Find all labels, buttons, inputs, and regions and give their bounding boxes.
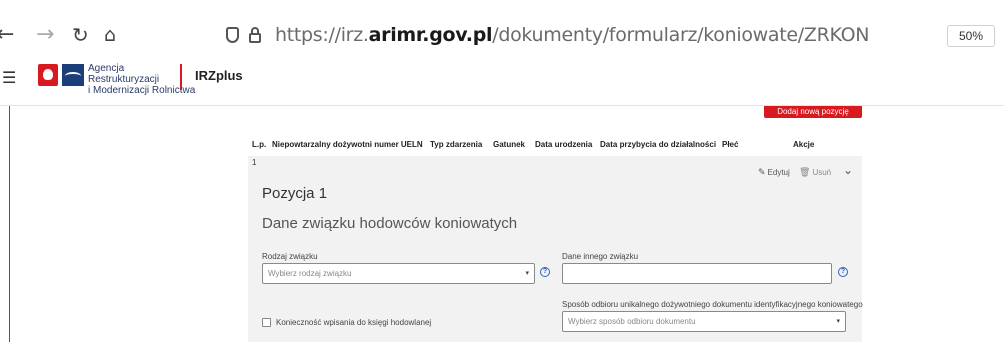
url-prefix: https://irz. (275, 24, 369, 46)
polish-eagle-logo-icon (38, 64, 58, 86)
help-icon[interactable]: ? (838, 267, 848, 277)
receipt-method-placeholder: Wybierz sposób odbioru dokumentu (568, 317, 696, 326)
arimr-logo-icon (62, 64, 84, 86)
app-name[interactable]: IRZplus (195, 68, 243, 83)
column-header-sex: Płeć (722, 140, 739, 149)
edit-button[interactable]: ✎ Edytuj (758, 167, 790, 178)
column-header-arrival-date: Data przybycia do działalności (600, 140, 717, 149)
caret-down-icon: ▾ (525, 270, 529, 277)
menu-icon[interactable]: ☰ (2, 68, 16, 88)
column-header-event-type: Typ zdarzenia (430, 140, 483, 149)
column-header-ueln: Niepowtarzalny dożywotni numer UELN (272, 140, 423, 149)
section-title: Dane związku hodowców koniowatych (262, 215, 518, 232)
delete-label: Usuń (812, 168, 832, 177)
column-header-lp: L.p. (252, 140, 267, 149)
trash-icon: 🗑 (799, 167, 811, 177)
stud-book-label[interactable]: Konieczność wpisania do księgi hodowlane… (276, 318, 431, 327)
pencil-icon: ✎ (758, 167, 766, 177)
row-index: 1 (252, 158, 257, 167)
lock-icon[interactable] (249, 27, 261, 43)
other-union-input[interactable] (562, 263, 832, 284)
back-icon[interactable]: ← (0, 22, 14, 48)
column-header-birth-date: Data urodzenia (535, 140, 593, 149)
address-bar[interactable]: https://irz.arimr.gov.pl/dokumenty/formu… (226, 18, 869, 52)
app-header: ☰ Agencja Restrukturyzacji i Modernizacj… (0, 62, 1004, 106)
union-type-placeholder: Wybierz rodzaj związku (268, 269, 352, 278)
receipt-method-label: Sposób odbioru unikalnego dożywotniego d… (562, 300, 863, 309)
shield-icon[interactable] (226, 27, 239, 43)
chevron-down-icon[interactable]: ⌄ (843, 163, 853, 177)
home-icon[interactable]: ⌂ (104, 22, 116, 48)
add-position-button[interactable]: Dodaj nową pozycję (764, 106, 862, 118)
forward-icon[interactable]: → (36, 22, 54, 48)
stud-book-checkbox[interactable] (262, 318, 271, 327)
header-divider (180, 64, 182, 90)
zoom-level-button[interactable]: 50% (947, 25, 995, 47)
url-text[interactable]: https://irz.arimr.gov.pl/dokumenty/formu… (275, 24, 869, 46)
url-domain: arimr.gov.pl (368, 24, 493, 46)
other-union-label: Dane innego związku (562, 252, 639, 261)
edit-label: Edytuj (767, 168, 790, 177)
position-title: Pozycja 1 (262, 185, 328, 202)
union-type-select[interactable]: Wybierz rodzaj związku ▾ (262, 263, 535, 284)
help-icon[interactable]: ? (540, 267, 550, 277)
reload-icon[interactable]: ↻ (72, 22, 89, 48)
column-header-actions: Akcje (793, 140, 815, 149)
url-path: /dokumenty/formularz/koniowate/ZRKON (492, 24, 870, 46)
receipt-method-select[interactable]: Wybierz sposób odbioru dokumentu ▾ (562, 311, 846, 332)
union-type-label: Rodzaj związku (262, 252, 318, 261)
column-header-species: Gatunek (493, 140, 526, 149)
delete-button[interactable]: 🗑 Usuń (799, 167, 831, 178)
left-divider (9, 106, 10, 342)
caret-down-icon: ▾ (836, 318, 840, 325)
